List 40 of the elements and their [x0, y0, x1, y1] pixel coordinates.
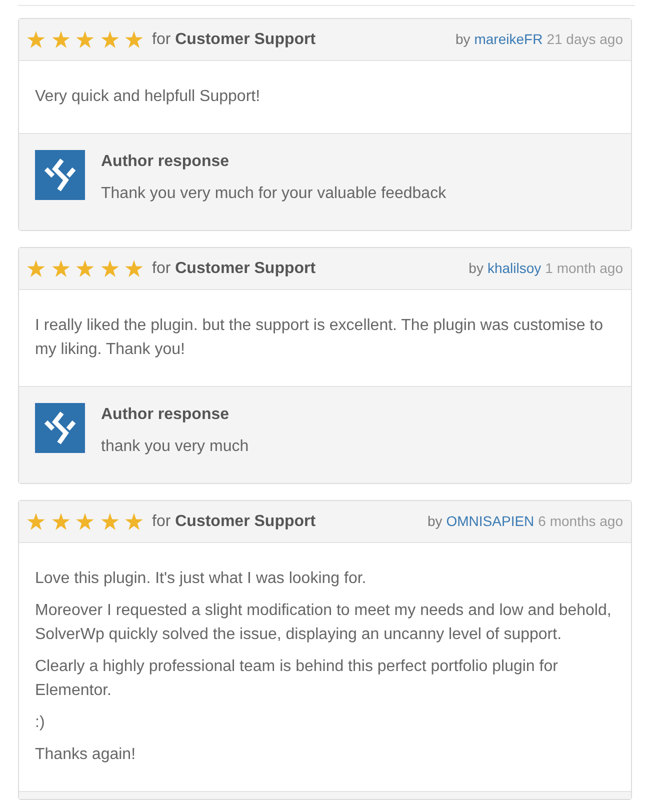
star-icon	[125, 513, 143, 530]
review-date: 21 days ago	[546, 30, 623, 48]
author-link[interactable]: khalilsoy	[487, 258, 542, 278]
star-icon	[76, 513, 94, 530]
by-label: by	[455, 30, 470, 48]
star-icon	[100, 260, 118, 277]
star-icon	[27, 260, 45, 277]
review-text: Love this plugin. It's just what I was looking for.	[35, 569, 368, 589]
star-icon	[52, 260, 70, 277]
star-icon	[100, 31, 118, 48]
star-icon	[52, 513, 70, 530]
author-link[interactable]: mareikeFR	[474, 28, 543, 48]
review-text: Clearly a highly professional team is behind this perfect portfolio plugin for Elementor.	[35, 657, 559, 701]
response-title: Author response	[101, 405, 230, 425]
logo-icon	[35, 150, 85, 200]
response-text: thank you very much	[101, 437, 249, 457]
star-icon	[27, 31, 45, 48]
star-icon	[125, 260, 143, 277]
response-title: Author response	[101, 152, 230, 172]
star-icon	[76, 31, 94, 48]
star-icon	[27, 513, 45, 530]
star-icon	[76, 260, 94, 277]
review-date: 1 month ago	[545, 258, 623, 278]
by-label: by	[427, 512, 442, 530]
star-icon	[52, 31, 70, 48]
response-text: Thank you very much for your valuable feedback	[101, 184, 446, 204]
review-date: 6 months ago	[538, 512, 623, 530]
by-label: by	[468, 258, 484, 278]
author-link[interactable]: OMNISAPIEN	[446, 510, 534, 530]
review-text: Moreover I requested a slight modification to meet my needs and low and behold, SolverWp quickly solved the issue, displaying an uncanny level of support.	[35, 601, 612, 645]
review-text: I really liked the plugin. but the support is excellent. The plugin was customise to my liking. Thank you!	[35, 316, 604, 360]
review-topic: for Customer Support	[152, 30, 316, 50]
star-icon	[125, 31, 143, 48]
review-text: Very quick and helpfull Support!	[35, 87, 262, 107]
review-text: Thanks again!	[35, 745, 137, 765]
logo-icon	[35, 403, 85, 453]
star-icon	[100, 513, 118, 530]
review-text: :)	[35, 713, 46, 733]
review-topic: for Customer Support	[152, 512, 316, 532]
review-topic: for Customer Support	[152, 258, 316, 278]
